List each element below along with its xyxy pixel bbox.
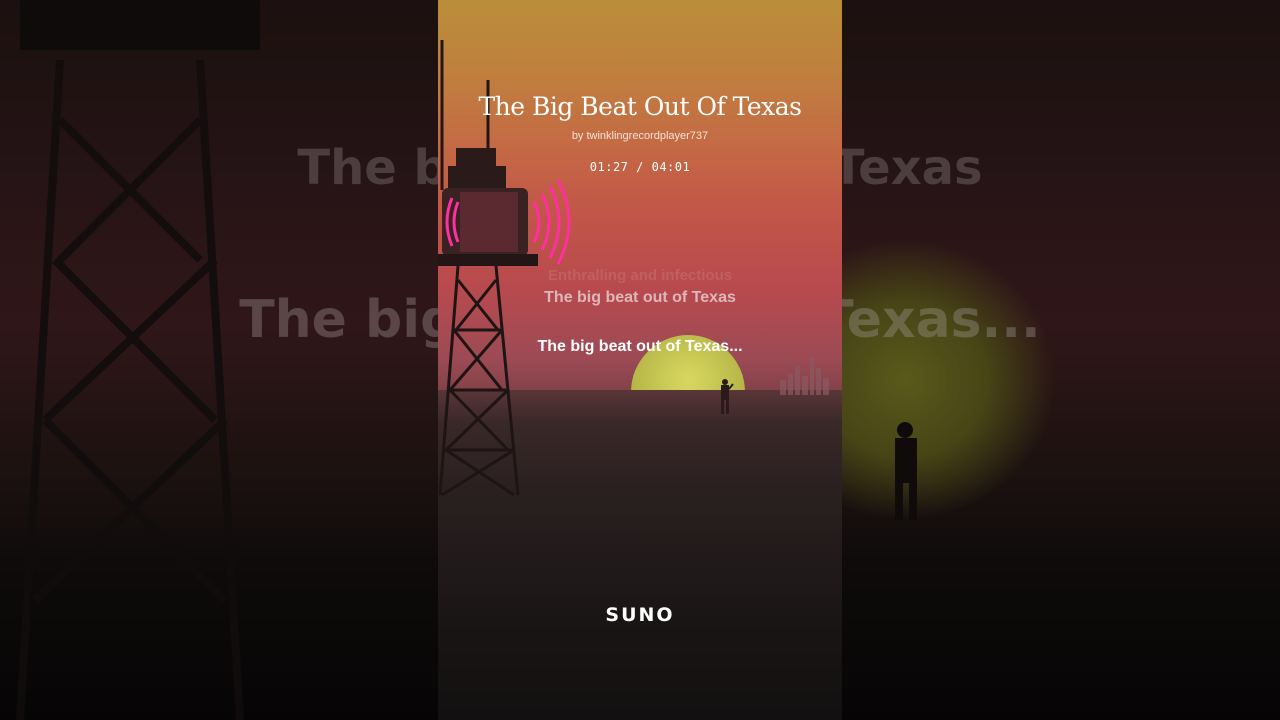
suno-logo: SUNO — [605, 604, 675, 626]
lyric-line-previous: Enthralling and infectious — [547, 267, 733, 284]
lyric-line-upcoming: The big beat out of Texas — [544, 289, 736, 306]
person-silhouette — [721, 379, 734, 414]
playback-time: 01:27 / 04:01 — [438, 160, 842, 174]
video-frame[interactable]: The Big Beat Out Of Texas by twinklingre… — [438, 0, 842, 720]
lyric-line-active: The big beat out of Texas... — [537, 338, 743, 355]
song-title: The Big Beat Out Of Texas — [478, 92, 802, 121]
total-duration: 04:01 — [651, 160, 691, 174]
elapsed-time: 01:27 — [589, 160, 629, 174]
time-separator: / — [628, 160, 652, 174]
artist-byline[interactable]: by twinklingrecordplayer737 — [438, 130, 842, 142]
